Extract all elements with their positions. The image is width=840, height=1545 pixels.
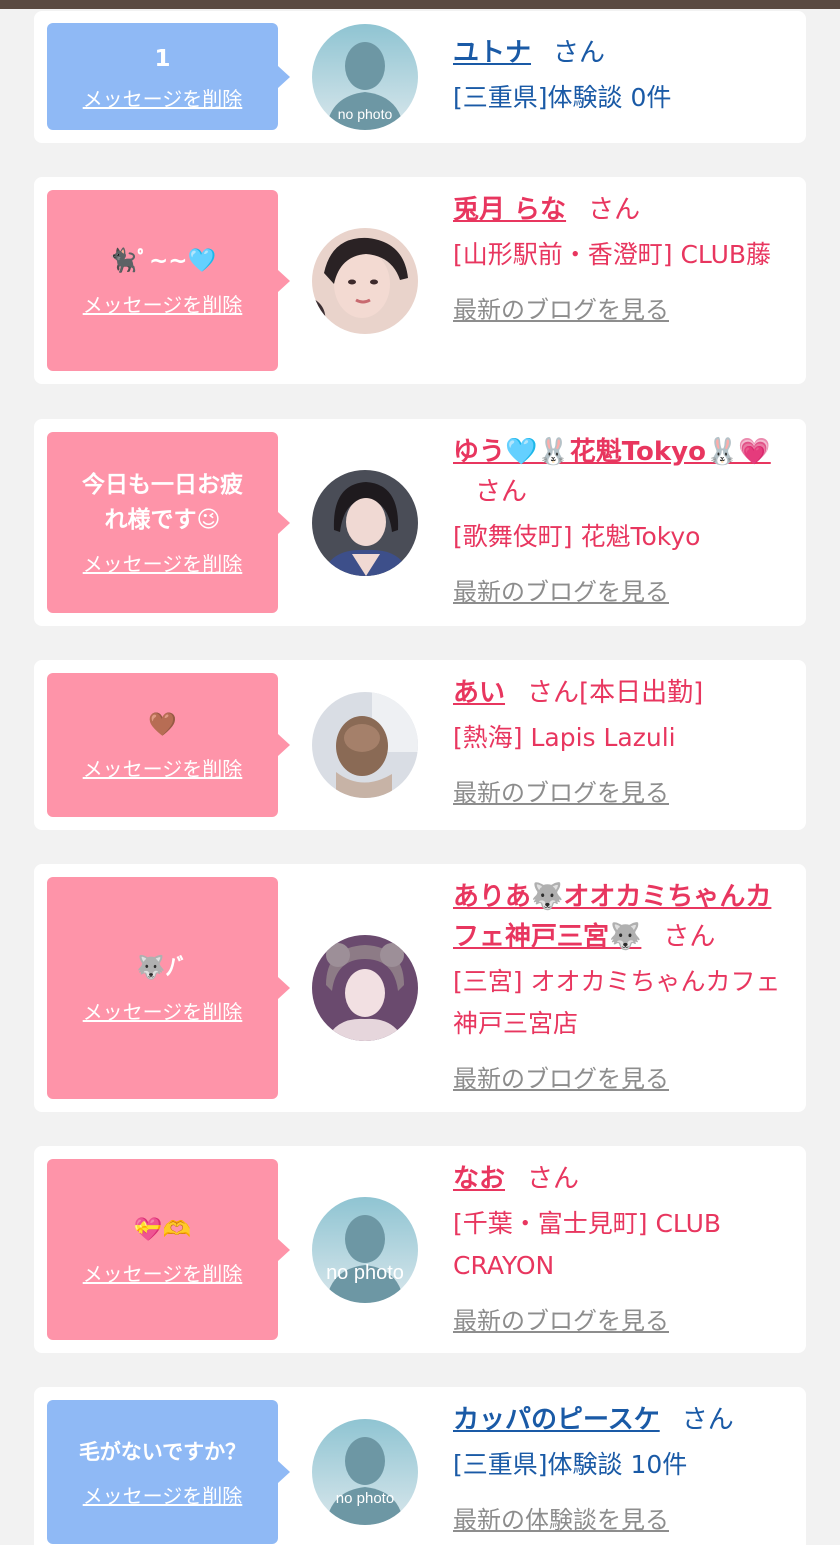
- message-bubble: 💝🫶 メッセージを削除: [47, 1159, 290, 1340]
- delete-message-link[interactable]: メッセージを削除: [83, 996, 243, 1025]
- name-line: 兎月 らな さん: [453, 190, 788, 230]
- no-photo-avatar-icon: no photo: [312, 1197, 418, 1303]
- message-bubble: 🤎 メッセージを削除: [47, 673, 290, 817]
- latest-blog-link[interactable]: 最新のブログを見る: [453, 1059, 669, 1094]
- delete-message-link[interactable]: メッセージを削除: [83, 83, 243, 112]
- profile-info: ありあ🐺オオカミちゃんカフェ神戸三宮🐺 さん [三宮] オオカミちゃんカフェ神戸三…: [453, 877, 788, 1094]
- no-photo-avatar-icon: no photo: [312, 1419, 418, 1525]
- avatar[interactable]: [312, 228, 418, 334]
- profile-info: なお さん [千葉・富士見町] CLUB CRAYON 最新のブログを見る: [453, 1159, 788, 1336]
- latest-blog-link[interactable]: 最新のブログを見る: [453, 290, 669, 325]
- name-line: カッパのピースケ さん: [453, 1400, 788, 1440]
- profile-detail: [熱海] Lapis Lazuli: [453, 723, 676, 752]
- avatar[interactable]: no photo: [312, 1197, 418, 1303]
- latest-blog-link[interactable]: 最新のブログを見る: [453, 1301, 669, 1336]
- honorific: さん: [588, 195, 641, 225]
- profile-name-link[interactable]: 兎月 らな: [453, 195, 566, 225]
- avatar[interactable]: no photo: [312, 24, 418, 130]
- latest-blog-link[interactable]: 最新のブログを見る: [453, 773, 669, 808]
- profile-photo-icon: [312, 470, 418, 576]
- svg-text:no photo: no photo: [326, 1262, 404, 1284]
- latest-experience-link[interactable]: 最新の体験談を見る: [453, 1500, 669, 1535]
- name-line: ありあ🐺オオカミちゃんカフェ神戸三宮🐺 さん: [453, 877, 788, 957]
- delete-message-link[interactable]: メッセージを削除: [83, 548, 243, 577]
- message-card: 🐈‍⬛ﾟ~~🩵 メッセージを削除 兎月 らな さん [山形駅前・香澄町] CLUB…: [34, 177, 806, 384]
- honorific: さん: [553, 38, 606, 68]
- profile-info: あい さん[本日出勤] [熱海] Lapis Lazuli 最新のブログを見る: [453, 673, 788, 808]
- message-text: 1: [154, 45, 171, 72]
- name-line: なお さん: [453, 1159, 788, 1199]
- honorific: さん: [663, 922, 716, 952]
- profile-info: 兎月 らな さん [山形駅前・香澄町] CLUB藤 最新のブログを見る: [453, 190, 788, 325]
- honorific: さん: [527, 1164, 580, 1194]
- message-text: 🐺ﾉﾞ: [136, 955, 189, 981]
- profile-name-link[interactable]: カッパのピースケ: [453, 1405, 660, 1435]
- profile-detail: [千葉・富士見町] CLUB CRAYON: [453, 1209, 722, 1280]
- avatar[interactable]: no photo: [312, 1419, 418, 1525]
- message-card: 1 メッセージを削除 no photo ユトナ さん [三重県]体験談 0件: [34, 11, 806, 143]
- message-text: 🐈‍⬛ﾟ~~🩵: [108, 247, 217, 274]
- message-bubble: 🐈‍⬛ﾟ~~🩵 メッセージを削除: [47, 190, 290, 371]
- avatar[interactable]: [312, 692, 418, 798]
- name-line: ユトナ さん: [453, 33, 788, 73]
- latest-blog-link[interactable]: 最新のブログを見る: [453, 572, 669, 607]
- profile-photo-icon: [312, 692, 418, 798]
- message-text: 🤎: [148, 712, 177, 738]
- profile-detail: [三重県]体験談 10件: [453, 1450, 688, 1479]
- profile-detail: [歌舞伎町] 花魁Tokyo: [453, 522, 701, 551]
- honorific: さん: [681, 1405, 734, 1435]
- message-bubble: 今日も一日お疲れ様です😉 メッセージを削除: [47, 432, 290, 613]
- avatar[interactable]: [312, 935, 418, 1041]
- message-bubble: 毛がないですか？ メッセージを削除: [47, 1400, 290, 1544]
- profile-name-link[interactable]: ありあ🐺オオカミちゃんカフェ神戸三宮🐺: [453, 882, 771, 952]
- profile-detail: [三宮] オオカミちゃんカフェ神戸三宮店: [453, 967, 781, 1038]
- delete-message-link[interactable]: メッセージを削除: [83, 1258, 243, 1287]
- name-line: あい さん[本日出勤]: [453, 673, 788, 713]
- profile-photo-icon: [312, 228, 418, 334]
- message-text: 💝🫶: [133, 1216, 192, 1243]
- profile-info: カッパのピースケ さん [三重県]体験談 10件 最新の体験談を見る: [453, 1400, 788, 1535]
- svg-text:no photo: no photo: [336, 1490, 394, 1507]
- honorific: さん: [475, 477, 528, 507]
- message-card: 今日も一日お疲れ様です😉 メッセージを削除 ゆう🩵🐰花魁Tokyo🐰💗 さん [歌…: [34, 419, 806, 626]
- name-line: ゆう🩵🐰花魁Tokyo🐰💗 さん: [453, 432, 788, 512]
- message-card: 🤎 メッセージを削除 あい さん[本日出勤] [熱海] Lapis Lazuli …: [34, 660, 806, 830]
- avatar[interactable]: [312, 470, 418, 576]
- delete-message-link[interactable]: メッセージを削除: [83, 289, 243, 318]
- delete-message-link[interactable]: メッセージを削除: [83, 753, 243, 782]
- svg-text:no photo: no photo: [338, 106, 393, 122]
- profile-name-link[interactable]: あい: [453, 678, 505, 708]
- no-photo-avatar-icon: no photo: [312, 24, 418, 130]
- profile-name-link[interactable]: なお: [453, 1164, 505, 1194]
- message-text: 毛がないですか？: [78, 1440, 247, 1464]
- profile-name-link[interactable]: ゆう🩵🐰花魁Tokyo🐰💗: [453, 437, 771, 467]
- profile-detail: [三重県]体験談 0件: [453, 83, 672, 112]
- top-bar: [0, 0, 840, 9]
- honorific: さん: [527, 678, 580, 708]
- profile-photo-icon: [312, 935, 418, 1041]
- delete-message-link[interactable]: メッセージを削除: [83, 1480, 243, 1509]
- profile-info: ユトナ さん [三重県]体験談 0件: [453, 33, 788, 119]
- profile-detail: [山形駅前・香澄町] CLUB藤: [453, 240, 772, 269]
- message-card: 💝🫶 メッセージを削除 no photo なお さん [千葉・富士見町] CLUB…: [34, 1146, 806, 1353]
- message-bubble: 1 メッセージを削除: [47, 23, 290, 130]
- message-bubble: 🐺ﾉﾞ メッセージを削除: [47, 877, 290, 1099]
- attendance-badge: [本日出勤]: [579, 678, 704, 708]
- profile-info: ゆう🩵🐰花魁Tokyo🐰💗 さん [歌舞伎町] 花魁Tokyo 最新のブログを見る: [453, 432, 788, 607]
- message-card: 🐺ﾉﾞ メッセージを削除 ありあ🐺オオカミちゃんカフェ神戸三宮🐺 さん [三宮] …: [34, 864, 806, 1112]
- profile-name-link[interactable]: ユトナ: [453, 38, 531, 68]
- message-text: 今日も一日お疲れ様です😉: [82, 472, 243, 533]
- message-card: 毛がないですか？ メッセージを削除 no photo カッパのピースケ さん [三…: [34, 1387, 806, 1545]
